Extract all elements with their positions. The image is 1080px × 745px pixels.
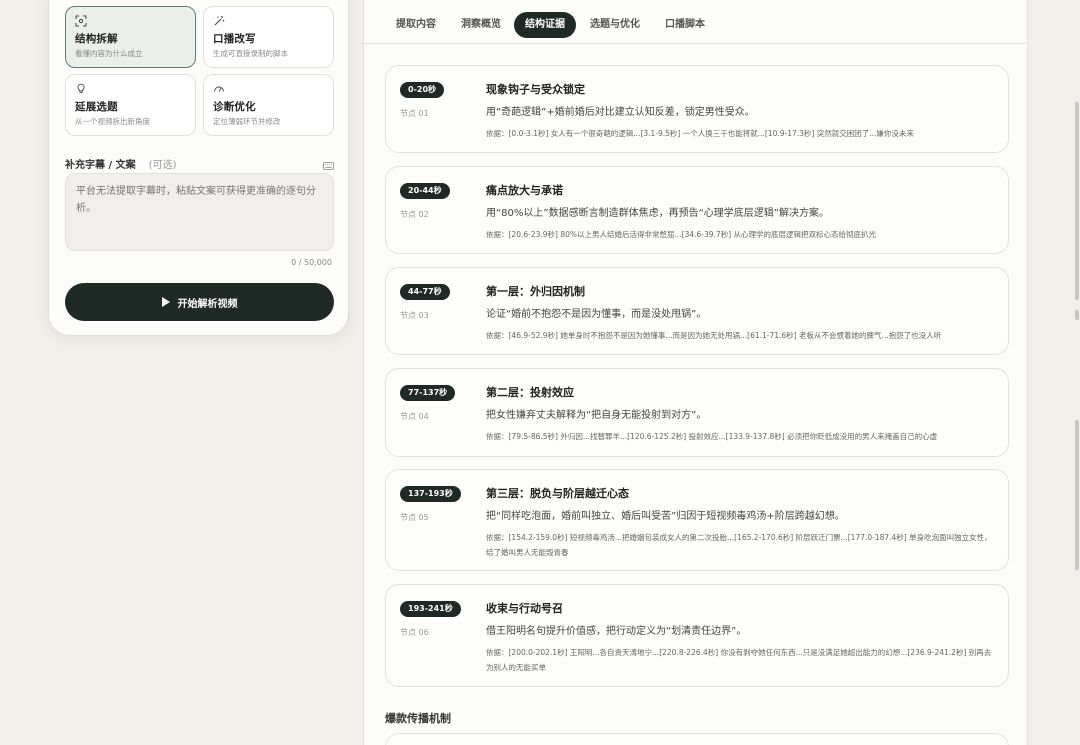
node-evidence: 依据：[0.0-3.1秒] 女人有一个很奇葩的逻辑...[3.1-9.5秒] 一… [486, 129, 914, 138]
structure-node-card: 44-77秒节点 03 第一层：外归因机制论证“婚前不抱怨不是因为懂事，而是没处甩… [385, 267, 1009, 355]
results-tabs: 提取内容 洞察概览 结构证据 选题与优化 口播脚本 [364, 0, 1027, 44]
mode-title: 口播改写 [213, 33, 256, 45]
node-title: 第二层：投射效应 [486, 386, 574, 399]
tab-4[interactable]: 口播脚本 [654, 12, 716, 38]
node-description: 借王阳明名句提升价值感，把行动定义为“划清责任边界”。 [486, 626, 747, 637]
mode-desc: 生成可直接录制的脚本 [213, 49, 288, 58]
node-description: 用“80%以上”数据感断言制造群体焦虑，再预告“心理学底层逻辑”解决方案。 [486, 208, 829, 219]
node-title: 痛点放大与承诺 [486, 184, 563, 197]
time-range-badge: 77-137秒 [400, 385, 456, 401]
magic-wand-icon [213, 15, 225, 27]
node-label: 节点 01 [400, 109, 429, 118]
page-scrollbar-marker[interactable] [1075, 310, 1079, 320]
page-scrollbar-thumb[interactable] [1075, 102, 1079, 300]
node-evidence: 依据：[20.6-23.9秒] 80%以上男人结婚后活得非常憋屈...[34.6… [486, 230, 877, 239]
node-label: 节点 03 [400, 311, 429, 320]
time-range-badge: 0-20秒 [400, 82, 445, 98]
node-label: 节点 05 [400, 513, 429, 522]
node-evidence: 依据：[79.5-86.5秒] 外归因...找替罪羊...[120.6-125.… [486, 432, 938, 441]
subtitle-textarea[interactable] [65, 173, 334, 251]
structure-node-card: 137-193秒节点 05 第三层：脱负与阶层越迁心态把“同样吃泡面，婚前叫独立、… [385, 469, 1009, 571]
scan-icon [75, 15, 87, 27]
structure-node-card: 0-20秒节点 01 现象钩子与受众锁定用“奇葩逻辑”+婚前婚后对比建立认知反差，… [385, 65, 1009, 153]
mode-card-0[interactable]: 结构拆解看懂内容为什么成立 [65, 6, 196, 68]
tab-2[interactable]: 结构证据 [514, 12, 576, 38]
node-title: 第三层：脱负与阶层越迁心态 [486, 487, 629, 500]
node-evidence: 依据：[200.0-202.1秒] 王阳明...各自责天涛地宁...[220.8… [486, 648, 992, 672]
time-range-badge: 44-77秒 [400, 284, 450, 300]
tab-3[interactable]: 选题与优化 [579, 12, 651, 38]
node-label: 节点 02 [400, 210, 429, 219]
viral-mechanism-card [385, 733, 1009, 745]
node-evidence: 依据：[46.9-52.9秒] 她单身时不抱怨不是因为她懂事...而是因为她无处… [486, 331, 942, 340]
keyboard-icon[interactable] [323, 155, 334, 170]
subtitle-label: 补充字幕 / 文案 [65, 160, 136, 171]
page-scrollbar-thumb-lower[interactable] [1075, 420, 1079, 570]
node-description: 把“同样吃泡面，婚前叫独立、婚后叫受苦”归因于短视频毒鸡汤+阶层跨越幻想。 [486, 511, 845, 522]
mode-card-1[interactable]: 口播改写生成可直接录制的脚本 [203, 6, 334, 68]
lightbulb-icon [75, 83, 87, 95]
optional-hint: (可选) [148, 160, 177, 171]
mode-title: 延展选题 [75, 101, 118, 113]
analysis-input-panel: 结构拆解 看懂内容为什么成立 口播改写 生成可直接录制的脚本 延展选题 从一个视频拆出新角… [48, 0, 349, 336]
structure-node-card: 77-137秒节点 04 第二层：投射效应把女性嫌弃丈夫解释为“把自身无能投射到对… [385, 368, 1009, 457]
tab-0[interactable]: 提取内容 [385, 12, 447, 38]
time-range-badge: 193-241秒 [400, 601, 461, 617]
node-label: 节点 06 [400, 628, 429, 637]
time-range-badge: 20-44秒 [400, 183, 450, 199]
node-evidence: 依据：[154.2-159.0秒] 短视频毒鸡汤...把婚姻包装成女人的第二次投… [486, 533, 992, 557]
char-count: 0 / 50,000 [291, 258, 332, 267]
start-analysis-button[interactable]: 开始解析视频 [65, 283, 334, 321]
node-title: 收束与行动号召 [486, 602, 563, 615]
tab-1[interactable]: 洞察概览 [450, 12, 512, 38]
node-description: 论证“婚前不抱怨不是因为懂事，而是没处甩锅”。 [486, 309, 707, 320]
results-panel: 提取内容 洞察概览 结构证据 选题与优化 口播脚本 0-20秒节点 01 现象钩子与受众锁… [363, 0, 1028, 745]
mode-title: 诊断优化 [213, 101, 256, 113]
structure-node-card: 20-44秒节点 02 痛点放大与承诺用“80%以上”数据感断言制造群体焦虑，再预… [385, 166, 1009, 254]
node-title: 现象钩子与受众锁定 [486, 83, 585, 96]
subtitle-label-row: 补充字幕 / 文案 (可选) [65, 153, 334, 171]
node-label: 节点 04 [400, 412, 429, 421]
viral-mechanism-heading: 爆款传播机制 [385, 712, 451, 725]
mode-desc: 从一个视频拆出新角度 [75, 117, 150, 126]
node-description: 把女性嫌弃丈夫解释为“把自身无能投射到对方”。 [486, 410, 707, 421]
mode-desc: 定位薄弱环节并修改 [213, 117, 281, 126]
mode-title: 结构拆解 [75, 33, 118, 45]
structure-node-card: 193-241秒节点 06 收束与行动号召借王阳明名句提升价值感，把行动定义为“划… [385, 584, 1009, 687]
gauge-icon [213, 83, 225, 95]
start-button-label: 开始解析视频 [177, 298, 238, 310]
mode-card-2[interactable]: 延展选题从一个视频拆出新角度 [65, 74, 196, 136]
mode-card-3[interactable]: 诊断优化定位薄弱环节并修改 [203, 74, 334, 136]
time-range-badge: 137-193秒 [400, 486, 461, 502]
play-icon [161, 297, 170, 307]
mode-desc: 看懂内容为什么成立 [75, 49, 143, 58]
node-title: 第一层：外归因机制 [486, 285, 585, 298]
mode-selector: 结构拆解 看懂内容为什么成立 口播改写 生成可直接录制的脚本 延展选题 从一个视频拆出新角… [65, 6, 334, 136]
node-description: 用“奇葩逻辑”+婚前婚后对比建立认知反差，锁定男性受众。 [486, 107, 755, 118]
